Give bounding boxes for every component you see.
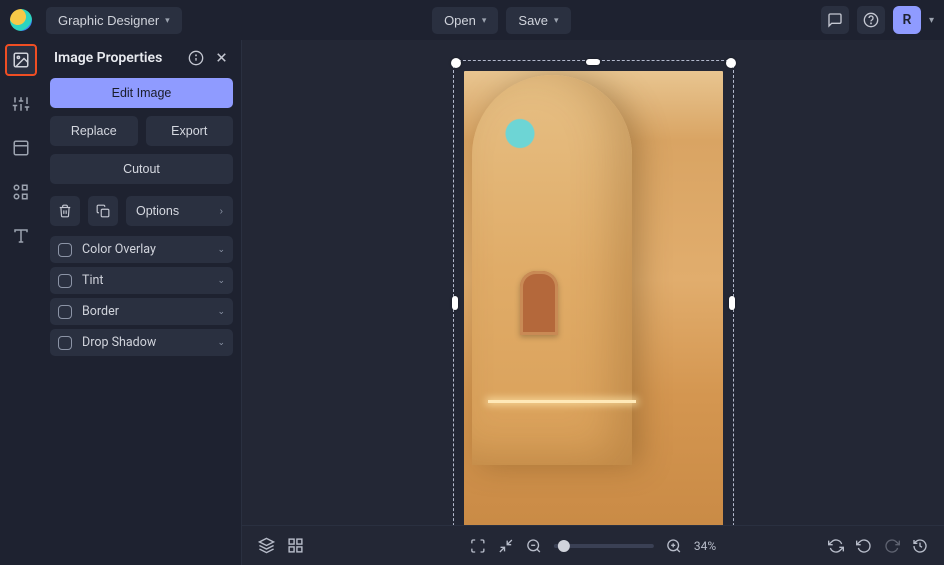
accordion-color-overlay[interactable]: Color Overlay ⌄	[50, 236, 233, 263]
accordion-label: Drop Shadow	[82, 335, 156, 350]
undo-button[interactable]	[856, 538, 872, 554]
checkbox-icon	[58, 336, 72, 350]
zoom-out-button[interactable]	[526, 538, 542, 554]
fullscreen-button[interactable]	[470, 538, 486, 554]
sliders-icon	[12, 95, 30, 113]
chevron-down-icon: ▾	[554, 15, 559, 26]
top-bar: Graphic Designer ▾ Open ▾ Save ▾ R ▾	[0, 0, 944, 40]
chevron-right-icon: ›	[220, 206, 223, 217]
accordion-label: Color Overlay	[82, 242, 156, 257]
tool-elements[interactable]	[5, 176, 37, 208]
chevron-down-icon: ⌄	[217, 245, 225, 255]
canvas-bottom-bar: 34%	[242, 525, 944, 565]
help-button[interactable]	[857, 6, 885, 34]
options-dropdown[interactable]: Options ›	[126, 196, 233, 226]
tool-image[interactable]	[5, 44, 37, 76]
accordion-label: Tint	[82, 273, 104, 288]
cutout-button[interactable]: Cutout	[50, 154, 233, 184]
info-icon	[188, 50, 204, 66]
slider-knob[interactable]	[558, 540, 570, 552]
properties-panel: Image Properties Edit Image Replace Expo…	[42, 40, 242, 565]
save-label: Save	[518, 13, 548, 28]
tool-rail	[0, 40, 42, 565]
tool-text[interactable]	[5, 220, 37, 252]
text-icon	[12, 227, 30, 245]
checkbox-icon	[58, 305, 72, 319]
tool-adjustments[interactable]	[5, 88, 37, 120]
redo-button[interactable]	[884, 538, 900, 554]
accordion-border[interactable]: Border ⌄	[50, 298, 233, 325]
zoom-out-icon	[526, 538, 542, 554]
image-icon	[12, 51, 30, 69]
mode-label: Graphic Designer	[58, 13, 159, 28]
app-logo[interactable]	[10, 9, 32, 31]
duplicate-button[interactable]	[88, 196, 118, 226]
zoom-slider[interactable]	[554, 544, 654, 548]
checkbox-icon	[58, 243, 72, 257]
minimize-icon	[498, 538, 514, 554]
undo-icon	[856, 538, 872, 554]
chevron-down-icon: ⌄	[217, 276, 225, 286]
chevron-down-icon: ▾	[482, 15, 487, 26]
save-dropdown[interactable]: Save ▾	[506, 7, 570, 34]
zoom-percent-label: 34%	[694, 539, 716, 553]
selected-image[interactable]	[456, 63, 731, 543]
user-avatar[interactable]: R	[893, 6, 921, 34]
grid-button[interactable]	[287, 537, 304, 554]
copy-icon	[96, 204, 110, 218]
layers-button[interactable]	[258, 537, 275, 554]
tool-template[interactable]	[5, 132, 37, 164]
canvas[interactable]: 34%	[242, 40, 944, 565]
refresh-icon	[828, 538, 844, 554]
close-icon	[214, 50, 229, 65]
layout-icon	[12, 139, 30, 157]
delete-button[interactable]	[50, 196, 80, 226]
panel-info-button[interactable]	[188, 50, 204, 66]
chevron-down-icon: ⌄	[217, 307, 225, 317]
replace-button[interactable]: Replace	[50, 116, 138, 146]
history-icon	[912, 538, 928, 554]
accordion-drop-shadow[interactable]: Drop Shadow ⌄	[50, 329, 233, 356]
grid-icon	[287, 537, 304, 554]
chat-icon	[827, 12, 843, 28]
mode-dropdown[interactable]: Graphic Designer ▾	[46, 7, 182, 34]
comments-button[interactable]	[821, 6, 849, 34]
redo-icon	[884, 538, 900, 554]
account-chevron-down-icon[interactable]: ▾	[929, 15, 934, 26]
help-icon	[863, 12, 879, 28]
accordion-tint[interactable]: Tint ⌄	[50, 267, 233, 294]
chevron-down-icon: ⌄	[217, 338, 225, 348]
maximize-icon	[470, 538, 486, 554]
open-dropdown[interactable]: Open ▾	[432, 7, 498, 34]
panel-close-button[interactable]	[214, 50, 229, 66]
layers-icon	[258, 537, 275, 554]
shapes-icon	[12, 183, 30, 201]
fit-button[interactable]	[498, 538, 514, 554]
trash-icon	[58, 204, 72, 218]
chevron-down-icon: ▾	[165, 15, 170, 26]
reset-button[interactable]	[828, 538, 844, 554]
panel-title: Image Properties	[54, 50, 162, 66]
zoom-in-button[interactable]	[666, 538, 682, 554]
export-button[interactable]: Export	[146, 116, 234, 146]
accordion-label: Border	[82, 304, 119, 319]
resize-handle-r[interactable]	[729, 296, 735, 310]
resize-handle-t[interactable]	[586, 59, 600, 65]
image-content	[464, 71, 723, 535]
edit-image-button[interactable]: Edit Image	[50, 78, 233, 108]
open-label: Open	[444, 13, 476, 28]
resize-handle-tl[interactable]	[451, 58, 461, 68]
zoom-in-icon	[666, 538, 682, 554]
options-label: Options	[136, 204, 179, 218]
resize-handle-l[interactable]	[452, 296, 458, 310]
checkbox-icon	[58, 274, 72, 288]
resize-handle-tr[interactable]	[726, 58, 736, 68]
history-button[interactable]	[912, 538, 928, 554]
